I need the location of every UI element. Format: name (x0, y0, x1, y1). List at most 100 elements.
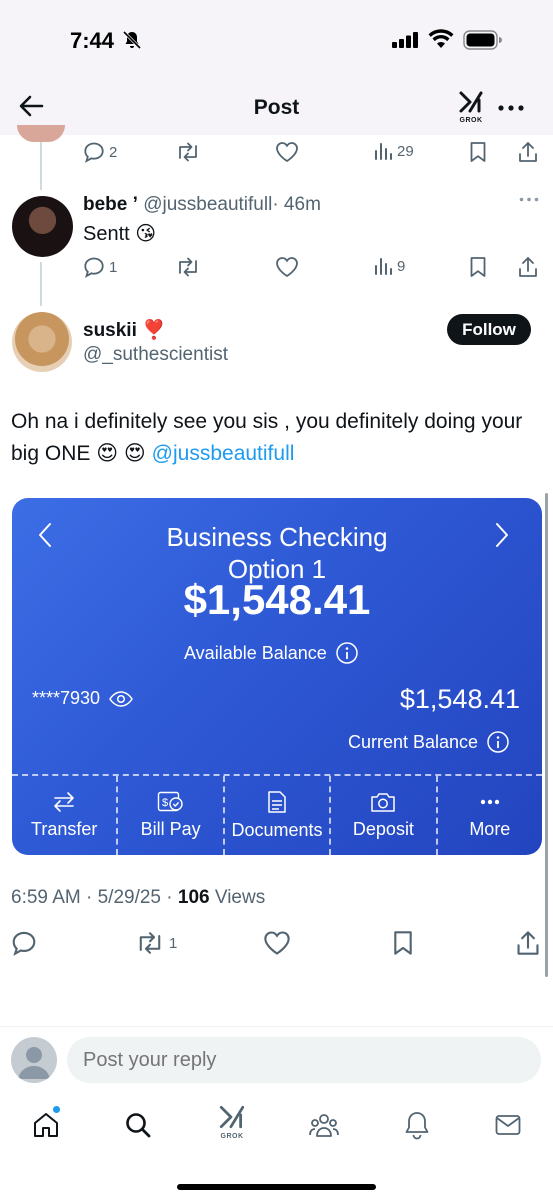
heart-icon (264, 931, 290, 955)
bookmark-action[interactable] (469, 141, 487, 163)
home-icon[interactable] (31, 1110, 61, 1140)
battery-icon (463, 30, 502, 50)
eye-icon (109, 690, 133, 707)
documents-label: Documents (231, 820, 323, 840)
notifications-icon[interactable] (403, 1110, 431, 1140)
share-action[interactable] (517, 141, 539, 163)
bill-pay-button: $ Bill Pay (116, 776, 222, 855)
reply-author-row: bebe ’ @jussbeautifull· 46m (83, 194, 321, 216)
bookmark-action[interactable] (392, 930, 414, 956)
share-action[interactable] (517, 256, 539, 278)
tweet-mention-link[interactable]: @jussbeautifull (152, 442, 295, 465)
grok-button[interactable]: GROK (456, 90, 486, 124)
bookmark-action[interactable] (469, 256, 487, 278)
bank-action-bar: Transfer $ Bill Pay Documents Deposit Mo… (12, 776, 542, 855)
views-icon (375, 258, 392, 275)
reply-time: · 46m (272, 194, 321, 215)
grok-tab[interactable]: GROK (216, 1104, 248, 1140)
search-icon[interactable] (123, 1110, 153, 1140)
follow-button[interactable]: Follow (447, 314, 531, 345)
bottom-tab-bar: GROK (0, 1100, 553, 1160)
share-action[interactable] (515, 930, 541, 956)
reply-icon (12, 931, 36, 956)
tweet-meta: 6:59 AM · 5/29/25 · 106 Views (11, 887, 265, 909)
share-icon (519, 257, 537, 277)
reply-more-icon[interactable] (519, 197, 539, 202)
signal-icon (392, 32, 418, 48)
scrollbar[interactable] (545, 493, 548, 977)
deposit-button: Deposit (329, 776, 435, 855)
deposit-icon (371, 793, 396, 812)
more-label: More (469, 819, 511, 839)
grok-icon (219, 1105, 245, 1129)
repost-icon (139, 932, 161, 954)
status-time: 7:44 (70, 28, 115, 53)
reply-count: 1 (109, 258, 118, 276)
thread-line (40, 262, 42, 306)
available-balance-amount: $1,548.41 (183, 576, 371, 623)
wifi-icon (428, 29, 454, 48)
my-avatar[interactable] (11, 1037, 57, 1083)
bookmark-icon (470, 142, 486, 162)
grok-icon (459, 91, 483, 113)
reply-icon (84, 142, 104, 163)
status-bar: 7:44 (0, 0, 553, 70)
heart-icon (276, 257, 298, 278)
repost-icon (179, 257, 197, 277)
available-balance-row: Available Balance (184, 641, 359, 665)
repost-action[interactable]: 1 (135, 930, 177, 956)
account-mask: ****7930 (32, 688, 101, 708)
reply-count: 2 (109, 143, 118, 161)
communities-icon[interactable] (308, 1110, 340, 1140)
reply-handle[interactable]: @jussbeautifull (143, 194, 272, 215)
documents-icon (268, 791, 286, 813)
reply-action[interactable] (11, 930, 37, 956)
repost-count: 1 (169, 934, 178, 952)
home-unread-dot (53, 1106, 60, 1113)
more-options-icon[interactable] (498, 105, 524, 111)
like-action[interactable] (275, 256, 299, 278)
views-label: Views (214, 887, 266, 908)
composer-divider (0, 1026, 553, 1027)
info-icon (336, 642, 358, 664)
repost-action[interactable] (175, 141, 201, 163)
messages-icon[interactable] (493, 1110, 523, 1140)
author-avatar[interactable] (12, 312, 72, 372)
svg-text:$: $ (162, 797, 168, 809)
tweet-actions: 1 (11, 930, 544, 958)
previous-tweet-actions: 2 29 (83, 141, 543, 167)
grok-label: GROK (459, 117, 483, 124)
reply-input[interactable] (67, 1037, 541, 1083)
like-action[interactable] (263, 930, 291, 956)
like-action[interactable] (275, 141, 299, 163)
reply-display-name[interactable]: bebe ’ (83, 194, 138, 215)
views-count: 106 (177, 887, 210, 908)
reply-action[interactable]: 1 (83, 256, 117, 278)
thread-line (40, 142, 42, 190)
documents-button: Documents (222, 776, 329, 855)
author-display-name[interactable]: suskii ❣️ (83, 318, 166, 342)
reply-icon (84, 257, 104, 278)
views-action[interactable]: 29 (373, 141, 414, 161)
reply-avatar[interactable] (12, 196, 73, 257)
account-number-row: ****7930 (32, 688, 134, 709)
reply-actions: 1 9 (83, 256, 543, 282)
grok-tab-label: GROK (220, 1133, 244, 1140)
reply-text: Sentt 😘 (83, 223, 157, 245)
tweet-text: Oh na i definitely see you sis , you def… (11, 406, 541, 470)
previous-tweet-avatar[interactable] (17, 125, 65, 142)
bookmark-icon (470, 257, 486, 277)
current-balance-row: Current Balance (348, 730, 510, 754)
author-handle[interactable]: @_suthescientist (83, 344, 228, 366)
reply-action[interactable]: 2 (83, 141, 117, 163)
bill-pay-label: Bill Pay (140, 819, 201, 839)
deposit-label: Deposit (352, 819, 414, 839)
available-balance-label: Available Balance (184, 642, 327, 663)
views-icon (375, 143, 392, 160)
default-avatar-icon (18, 1047, 50, 1079)
tweet-image-bank-card[interactable]: Business Checking Option 1 $1,548.41 Ava… (12, 498, 542, 855)
bell-off-icon (122, 30, 142, 50)
tweet-timestamp: 6:59 AM · 5/29/25 · (11, 887, 173, 908)
views-action[interactable]: 9 (373, 256, 405, 276)
repost-action[interactable] (175, 256, 201, 278)
